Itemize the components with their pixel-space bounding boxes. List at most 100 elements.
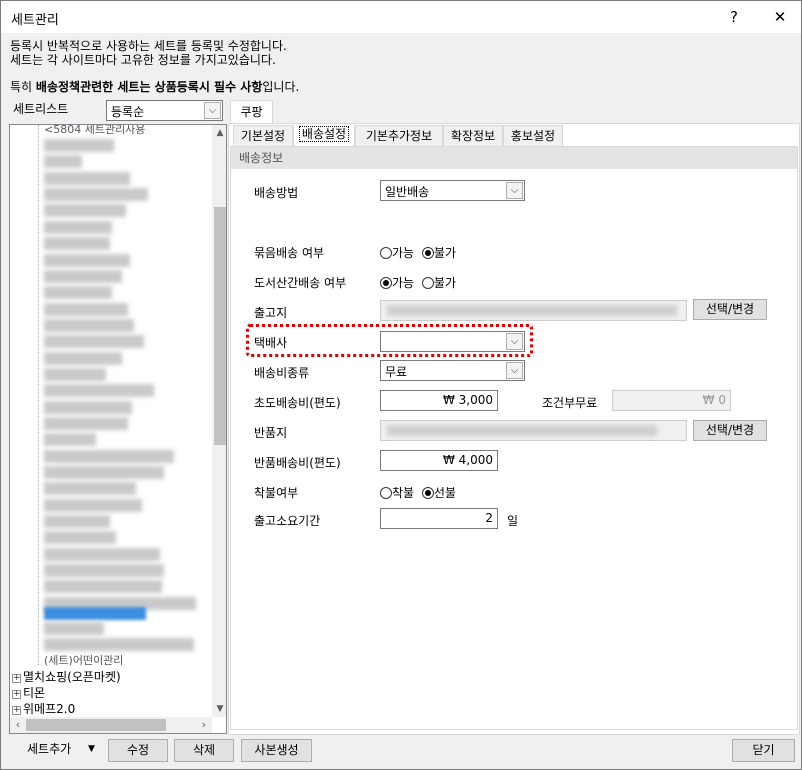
initial-fee-input[interactable]: ₩ 3,000 <box>380 390 498 411</box>
tab-shipping-label: 배송설정 <box>298 126 350 142</box>
tree-item-tmon[interactable]: + 티몬 <box>12 684 45 701</box>
lead-time-input[interactable]: 2 <box>380 508 498 529</box>
edit-button[interactable]: 수정 <box>108 739 168 762</box>
origin-label: 출고지 <box>254 306 288 320</box>
tree-redacted-item[interactable] <box>44 270 122 283</box>
island-option-yes[interactable]: 가능 <box>380 276 414 290</box>
tree-redacted-item[interactable] <box>44 188 148 201</box>
courier-select[interactable]: ⌵ <box>380 331 525 352</box>
tree-redacted-item[interactable] <box>44 368 106 381</box>
tree-redacted-item[interactable] <box>44 622 104 635</box>
bundle-option-yes[interactable]: 가능 <box>380 246 414 260</box>
tab-site-coupang[interactable]: 쿠팡 <box>230 100 273 124</box>
payment-option-prepaid[interactable]: 선불 <box>421 486 457 500</box>
tree-redacted-item[interactable] <box>44 155 82 168</box>
tree-redacted-item[interactable] <box>44 417 128 430</box>
initial-fee-label: 초도배송비(편도) <box>254 396 341 410</box>
tree-redacted-item[interactable] <box>44 221 112 234</box>
tree-redacted-item[interactable] <box>44 548 160 561</box>
help-button[interactable]: ? <box>711 1 757 33</box>
radio-icon[interactable] <box>421 277 434 289</box>
add-set-dropdown-icon[interactable]: ▼ <box>88 739 95 762</box>
tab-extended-info[interactable]: 확장정보 <box>443 125 503 147</box>
tree-redacted-item[interactable] <box>44 319 134 332</box>
radio-icon[interactable] <box>380 487 392 499</box>
payment-option-cod[interactable]: 착불 <box>380 486 414 500</box>
tree-item-label: 티몬 <box>23 686 46 700</box>
sort-select[interactable]: 등록순 ⌵ <box>106 100 223 121</box>
copy-button[interactable]: 사본생성 <box>241 739 312 762</box>
tree-redacted-item[interactable] <box>44 384 154 397</box>
expand-icon[interactable]: + <box>12 674 21 683</box>
tree-redacted-item[interactable] <box>44 303 128 316</box>
scroll-thumb[interactable] <box>26 719 166 731</box>
payment-radio-group: 착불 선불 <box>380 484 460 501</box>
radio-selected-icon[interactable] <box>421 247 434 259</box>
scroll-thumb[interactable] <box>214 207 226 445</box>
tree-vertical-scrollbar[interactable]: ▲ ▼ <box>212 125 226 717</box>
tab-basic-settings[interactable]: 기본설정 <box>233 125 293 147</box>
fee-type-label: 배송비종류 <box>254 366 310 380</box>
redacted-address <box>387 425 657 436</box>
radio-selected-icon[interactable] <box>380 277 392 289</box>
tree-partial-item-bottom[interactable]: (세트)어떤이관리 <box>44 652 123 668</box>
tree-redacted-item[interactable] <box>44 401 132 414</box>
radio-icon[interactable] <box>380 247 392 259</box>
island-option-no[interactable]: 불가 <box>421 276 456 290</box>
tree-redacted-item[interactable] <box>44 139 114 152</box>
section-header: 배송정보 <box>231 147 797 169</box>
tree-redacted-item[interactable] <box>44 564 164 577</box>
close-button[interactable]: 닫기 <box>732 739 795 762</box>
fee-type-select[interactable]: 무료 ⌵ <box>380 360 525 381</box>
tab-promotion-settings[interactable]: 홍보설정 <box>503 125 563 147</box>
chevron-down-icon: ⌵ <box>506 362 523 379</box>
tree-redacted-item[interactable] <box>44 638 194 651</box>
expand-icon[interactable]: + <box>12 690 21 699</box>
tree-redacted-item[interactable] <box>44 433 96 446</box>
tree-redacted-item[interactable] <box>44 482 136 495</box>
add-set-button[interactable]: 세트추가 <box>27 739 71 762</box>
sort-select-value: 등록순 <box>111 105 145 119</box>
scroll-left-icon[interactable]: ‹ <box>10 717 26 733</box>
tree-redacted-item[interactable] <box>44 254 130 267</box>
tree-redacted-item[interactable] <box>44 450 174 463</box>
tab-extra-info[interactable]: 기본추가정보 <box>355 125 443 147</box>
scroll-down-icon[interactable]: ▼ <box>212 701 226 717</box>
set-list-label: 세트리스트 <box>13 102 69 116</box>
tree-partial-item[interactable]: <5804 세트관리사용 <box>44 125 145 137</box>
tree-redacted-item[interactable] <box>44 204 126 217</box>
tree-redacted-item[interactable] <box>44 352 122 365</box>
return-change-button[interactable]: 선택/변경 <box>693 420 767 441</box>
option-label: 불가 <box>433 246 457 260</box>
origin-address-field <box>380 300 687 321</box>
tree-redacted-item[interactable] <box>44 580 162 593</box>
lead-time-value: 2 <box>485 511 493 525</box>
scroll-right-icon[interactable]: › <box>196 717 212 733</box>
tree-item-wemakeprice[interactable]: + 위메프2.0 <box>12 700 75 717</box>
tab-shipping-settings[interactable]: 배송설정 <box>293 123 355 147</box>
origin-change-button[interactable]: 선택/변경 <box>693 299 767 320</box>
scroll-up-icon[interactable]: ▲ <box>212 125 226 141</box>
option-label: 선불 <box>433 486 457 500</box>
tree-redacted-item[interactable] <box>44 466 164 479</box>
shipping-method-select[interactable]: 일반배송 ⌵ <box>380 180 525 201</box>
return-address-field <box>380 420 687 441</box>
tree-redacted-item[interactable] <box>44 286 112 299</box>
close-window-button[interactable]: ✕ <box>757 1 802 33</box>
tree-redacted-item[interactable] <box>44 515 110 528</box>
tree-redacted-item[interactable] <box>44 499 142 512</box>
island-label: 도서산간배송 여부 <box>254 276 347 290</box>
tree-redacted-item[interactable] <box>44 335 144 348</box>
bundle-option-no[interactable]: 불가 <box>421 246 457 260</box>
tree-redacted-item[interactable] <box>44 237 110 250</box>
set-tree[interactable]: <5804 세트관리사용 (세트)어떤이관리 + 멸치쇼핑(오픈마켓) + 티몬… <box>9 124 227 734</box>
tree-item-mulchi[interactable]: + 멸치쇼핑(오픈마켓) <box>12 668 121 685</box>
radio-selected-icon[interactable] <box>421 487 434 499</box>
tree-redacted-item[interactable] <box>44 531 116 544</box>
delete-button[interactable]: 삭제 <box>174 739 234 762</box>
tree-horizontal-scrollbar[interactable]: ‹ › <box>10 717 212 733</box>
expand-icon[interactable]: + <box>12 706 21 715</box>
return-fee-input[interactable]: ₩ 4,000 <box>380 450 498 471</box>
tree-selected-item[interactable] <box>44 607 146 620</box>
tree-redacted-item[interactable] <box>44 172 130 185</box>
